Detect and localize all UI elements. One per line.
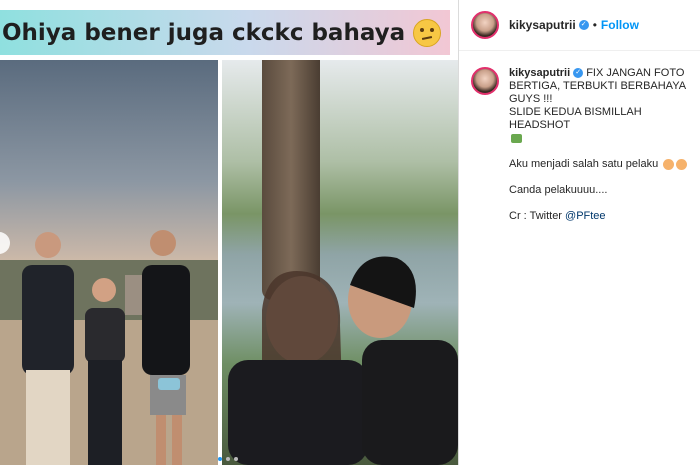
avatar[interactable] (471, 11, 499, 39)
post-sidebar: kikysaputrii ✓ • Follow kikysaputrii ✓ FI… (458, 0, 700, 465)
caption-line-2: SLIDE KEDUA BISMILLAH HEADSHOT (509, 106, 642, 131)
banner-text: Ohiya bener juga ckckc bahaya (2, 19, 406, 46)
credit-handle-link[interactable]: @PFtee (565, 210, 606, 222)
caption-line-3: Aku menjadi salah satu pelaku (509, 158, 659, 170)
thinking-face-emoji-icon (413, 18, 442, 47)
verified-badge-icon: ✓ (573, 68, 584, 79)
money-bag-icon (511, 133, 522, 143)
caption-para-3: Canda pelakuuuu.... (509, 184, 689, 197)
caption-username[interactable]: kikysaputrii (509, 67, 570, 79)
man-left-shirt (22, 265, 74, 375)
photo-three-people (0, 60, 218, 465)
leg-right (172, 415, 182, 465)
woman-jeans (88, 360, 122, 465)
carousel-dot (226, 457, 230, 461)
man-shirt (362, 340, 458, 465)
photo-left-illustration (0, 230, 218, 465)
caption-avatar[interactable] (471, 67, 499, 95)
caption-banner: Ohiya bener juga ckckc bahaya (0, 10, 450, 55)
caption: kikysaputrii ✓ FIX JANGAN FOTO BERTIGA, T… (459, 51, 700, 236)
man-left-pants (26, 370, 70, 465)
woman-shirt (228, 360, 368, 465)
carousel-dot (218, 457, 222, 461)
caption-line-4: Canda pelakuuuu.... (509, 184, 608, 196)
man-right-shirt (142, 265, 190, 375)
caption-para-4: Cr : Twitter @PFtee (509, 210, 689, 223)
man-right-head (150, 230, 176, 256)
cat-emoji-icon (663, 158, 675, 170)
cat-emoji-icon (676, 158, 688, 170)
username-link[interactable]: kikysaputrii (509, 18, 576, 32)
caption-body: kikysaputrii ✓ FIX JANGAN FOTO BERTIGA, T… (509, 67, 689, 236)
caption-para-2: Aku menjadi salah satu pelaku (509, 158, 689, 171)
caption-para-1: kikysaputrii ✓ FIX JANGAN FOTO BERTIGA, T… (509, 67, 689, 145)
follow-button[interactable]: Follow (601, 18, 639, 32)
photo-right-illustration (228, 256, 458, 465)
credit-prefix: Cr : Twitter (509, 210, 566, 222)
man-left-head (35, 232, 61, 258)
separator-dot: • (592, 18, 597, 32)
woman-head (92, 278, 116, 302)
woman-top (85, 308, 125, 363)
post-header: kikysaputrii ✓ • Follow (459, 0, 700, 51)
photo-kiss-headshot (222, 60, 458, 465)
post-media: Ohiya bener juga ckckc bahaya (0, 0, 458, 465)
leg-left (156, 415, 166, 465)
carousel-dot (234, 457, 238, 461)
verified-badge-icon: ✓ (578, 20, 589, 30)
carousel-indicator (218, 457, 238, 461)
mask (158, 378, 180, 390)
